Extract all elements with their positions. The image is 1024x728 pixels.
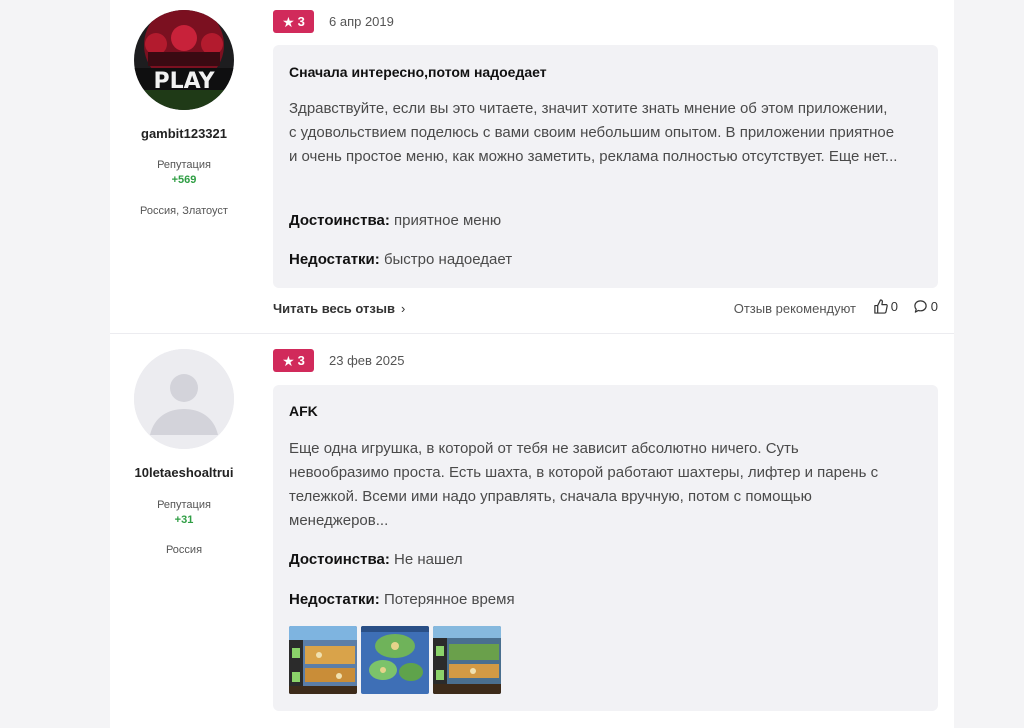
review-pros: Достоинства: Не нашел (289, 551, 463, 568)
review-date: 23 фев 2025 (329, 353, 405, 368)
read-full-review-label: Читать весь отзыв (273, 301, 395, 316)
default-user-icon (134, 349, 234, 449)
rating-badge: ★ 3 (273, 349, 314, 372)
screenshot-thumbnail[interactable] (433, 626, 501, 694)
cons-label: Недостатки: (289, 591, 380, 608)
rating-value: 3 (297, 353, 305, 368)
review-card: AFK Еще одна игрушка, в которой от тебя … (273, 385, 938, 711)
review-cons: Недостатки: Потерянное время (289, 591, 515, 608)
pros-label: Достоинства: (289, 212, 390, 229)
like-count: 0 (890, 299, 898, 314)
review-text: Еще одна игрушка, в которой от тебя не з… (289, 440, 879, 529)
screenshot-thumbnail[interactable] (361, 626, 429, 694)
review-cons: Недостатки: быстро надоедает (289, 251, 512, 268)
chevron-right-icon: › (400, 301, 406, 316)
pros-label: Достоинства: (289, 551, 390, 568)
cons-text: Потерянное время (383, 591, 515, 608)
avatar[interactable] (134, 349, 234, 449)
review-footer: Читать весь отзыв › Отзыв рекомендуют 0 0 (273, 299, 938, 319)
review-title[interactable]: AFK (289, 403, 318, 419)
username[interactable]: gambit123321 (110, 126, 258, 141)
review-item: 10letaeshoaltrui Репутация +31 Россия ★ … (110, 333, 954, 728)
thumbs-up-icon (874, 299, 888, 314)
read-full-review-link[interactable]: Читать весь отзыв › (273, 301, 405, 316)
reputation-value: +31 (174, 514, 194, 526)
avatar-logo-text: PLAY (154, 69, 216, 94)
like-button[interactable]: 0 (873, 299, 898, 314)
review-title[interactable]: Сначала интересно,потом надоедает (289, 64, 547, 80)
location: Россия (165, 544, 203, 556)
star-icon: ★ (282, 352, 295, 369)
screenshot-thumbnail[interactable] (289, 626, 357, 694)
cons-label: Недостатки: (289, 251, 380, 268)
review-pros: Достоинства: приятное меню (289, 212, 501, 229)
comment-count: 0 (930, 299, 938, 314)
username[interactable]: 10letaeshoaltrui (110, 465, 258, 480)
star-icon: ★ (282, 13, 295, 30)
pros-text: Не нашел (394, 551, 463, 568)
pros-text: приятное меню (394, 212, 502, 229)
review-date: 6 апр 2019 (329, 14, 394, 29)
review-item: PLAY gambit123321 Репутация +569 Россия,… (110, 0, 954, 334)
reputation-label: Репутация (157, 499, 211, 511)
cons-text: быстро надоедает (383, 251, 513, 268)
reviews-column: PLAY gambit123321 Репутация +569 Россия,… (110, 0, 954, 728)
reputation-label: Репутация (157, 159, 211, 171)
rating-badge: ★ 3 (273, 10, 314, 33)
review-card: Сначала интересно,потом надоедает Здравс… (273, 45, 938, 288)
rating-value: 3 (297, 14, 305, 29)
avatar[interactable]: PLAY (134, 10, 234, 110)
comments-button[interactable]: 0 (913, 299, 938, 314)
recommend-label: Отзыв рекомендуют (733, 301, 856, 316)
reputation-value: +569 (171, 174, 197, 186)
location: Россия, Златоуст (140, 205, 228, 217)
comment-bubble-icon (914, 300, 927, 313)
review-text: Здравствуйте, если вы это читаете, значи… (289, 100, 898, 165)
review-photos (289, 626, 501, 694)
